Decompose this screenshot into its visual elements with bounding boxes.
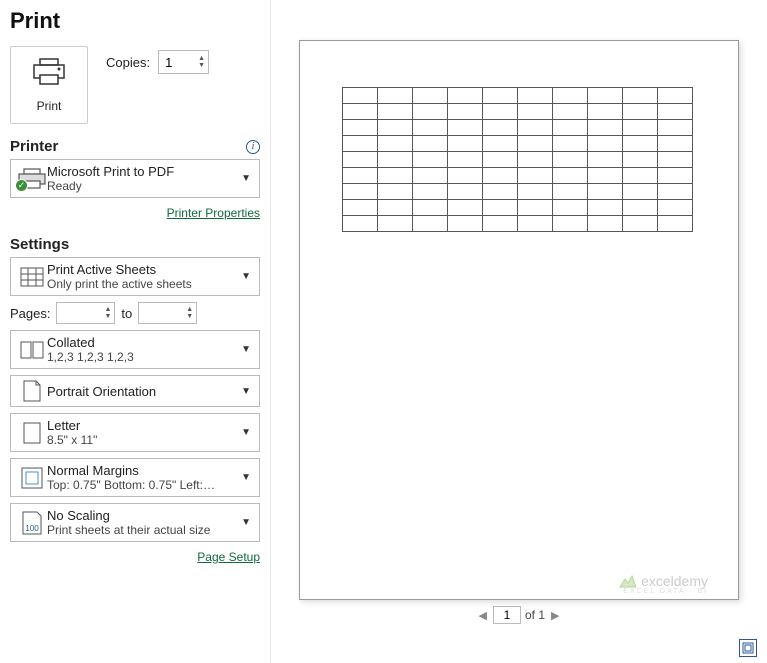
watermark: exceldemy EXCEL DATA · BI (619, 573, 708, 589)
svg-text:100: 100 (25, 524, 39, 533)
copies-label: Copies: (106, 55, 150, 70)
copies-spinner[interactable]: ▲▼ (158, 50, 209, 74)
preview-grid (342, 87, 693, 232)
paper-size-dropdown[interactable]: Letter 8.5" x 11" ▼ (10, 413, 260, 452)
chevron-down-icon: ▼ (239, 472, 253, 483)
portrait-icon (17, 380, 47, 402)
printer-dropdown[interactable]: ✓ Microsoft Print to PDF Ready ▼ (10, 159, 260, 198)
sheets-icon (17, 267, 47, 287)
chevron-down-icon: ▼ (239, 427, 253, 438)
printer-device-icon: ✓ (17, 168, 47, 190)
printer-status: Ready (47, 179, 239, 193)
preview-page: exceldemy EXCEL DATA · BI (299, 40, 739, 600)
chevron-down-icon: ▼ (239, 386, 253, 397)
zoom-to-page-button[interactable] (739, 639, 757, 657)
margins-dropdown[interactable]: Normal Margins Top: 0.75" Bottom: 0.75" … (10, 458, 260, 497)
page-icon (17, 422, 47, 444)
pages-from-spinner[interactable]: ▲▼ (56, 302, 115, 324)
print-button-label: Print (37, 99, 62, 113)
orientation-dropdown[interactable]: Portrait Orientation ▼ (10, 375, 260, 407)
page-setup-link[interactable]: Page Setup (197, 550, 260, 564)
chevron-down-icon: ▼ (239, 517, 253, 528)
collation-dropdown[interactable]: Collated 1,2,3 1,2,3 1,2,3 ▼ (10, 330, 260, 369)
chevron-down-icon: ▼ (239, 271, 253, 282)
scaling-dropdown[interactable]: 100 No Scaling Print sheets at their act… (10, 503, 260, 542)
copies-stepper[interactable]: ▲▼ (195, 55, 208, 69)
chevron-down-icon: ▼ (239, 173, 253, 184)
page-prev-button[interactable]: ◀ (477, 609, 489, 622)
settings-section-title: Settings (10, 236, 69, 253)
check-icon: ✓ (15, 179, 28, 192)
print-what-dropdown[interactable]: Print Active Sheets Only print the activ… (10, 257, 260, 296)
page-title: Print (10, 8, 260, 34)
page-next-button[interactable]: ▶ (549, 609, 561, 622)
pages-to-spinner[interactable]: ▲▼ (138, 302, 197, 324)
printer-icon (32, 58, 66, 91)
pages-to-label: to (121, 306, 132, 321)
collated-icon (17, 341, 47, 359)
chevron-down-icon: ▼ (239, 344, 253, 355)
page-total: of 1 (525, 608, 545, 622)
preview-panel: exceldemy EXCEL DATA · BI ◀ of 1 ▶ (270, 0, 767, 663)
printer-properties-link[interactable]: Printer Properties (167, 206, 260, 220)
print-button[interactable]: Print (10, 46, 88, 124)
scaling-icon: 100 (17, 511, 47, 535)
info-icon[interactable]: i (246, 140, 260, 154)
left-panel: Print Print Copies: ▲▼ Printer i (0, 0, 270, 663)
pages-to-input[interactable] (139, 306, 183, 320)
pager: ◀ of 1 ▶ (477, 606, 562, 624)
pages-from-input[interactable] (57, 306, 101, 320)
margins-icon (17, 467, 47, 489)
printer-name: Microsoft Print to PDF (47, 164, 239, 179)
printer-section-title: Printer (10, 138, 58, 155)
page-current-input[interactable] (493, 606, 521, 624)
pages-label: Pages: (10, 306, 50, 321)
copies-input[interactable] (159, 55, 195, 70)
